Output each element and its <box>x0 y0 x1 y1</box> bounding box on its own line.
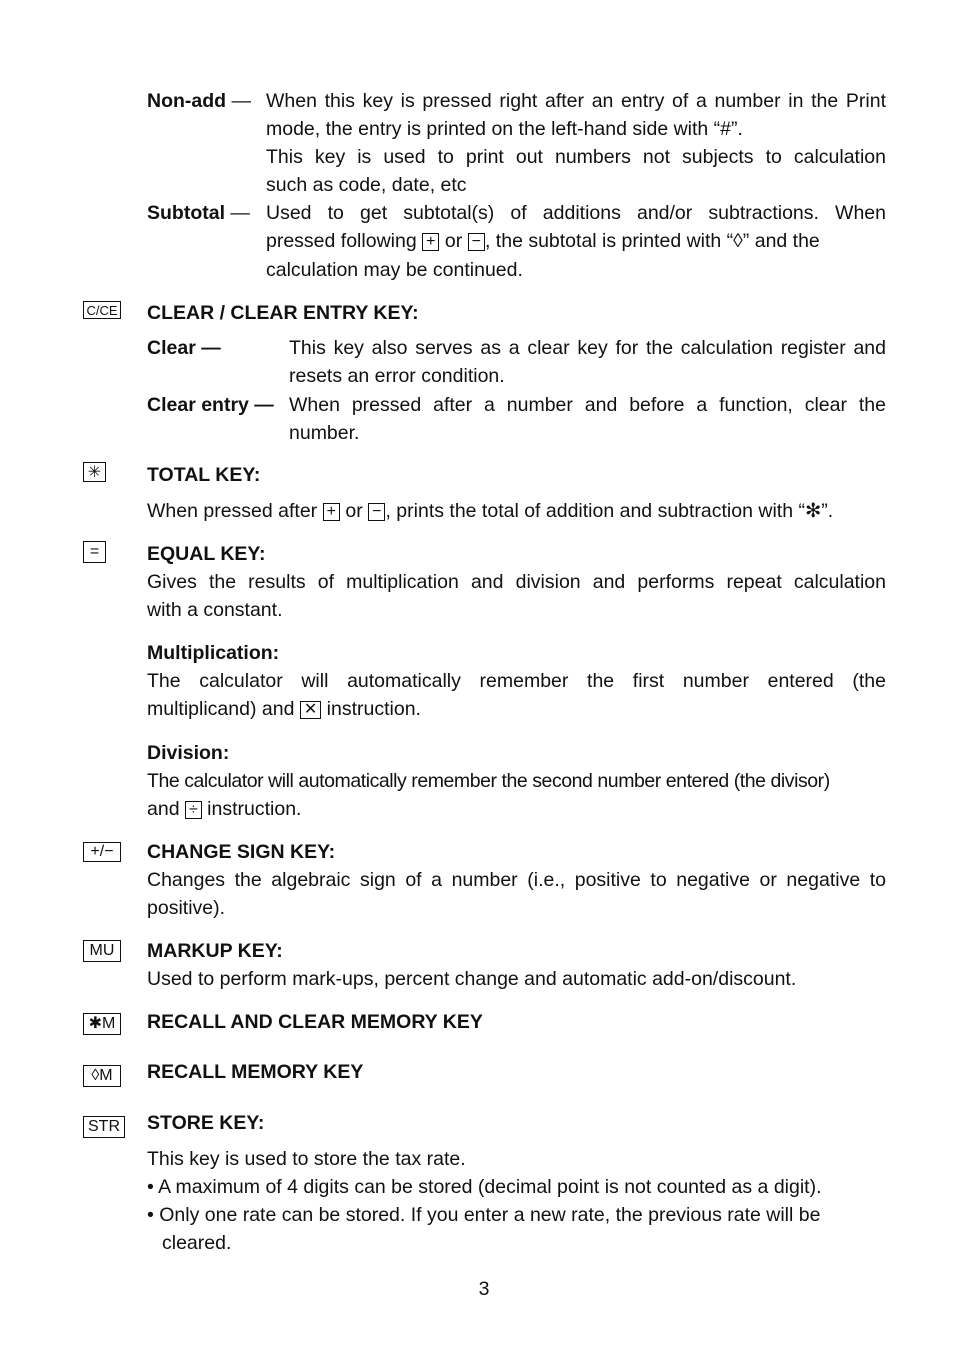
total-key-icon: ✳ <box>83 462 106 482</box>
minus-key-icon: − <box>467 233 485 251</box>
total-key-description: When pressed after + or −, prints the to… <box>147 500 833 522</box>
multiplication-line-2-post: instruction. <box>326 698 421 720</box>
recall-clear-memory-heading: RECALL AND CLEAR MEMORY KEY <box>147 1011 483 1033</box>
plus-key-icon: + <box>322 503 340 521</box>
nonadd-line-2: mode, the entry is printed on the left-h… <box>266 118 743 140</box>
subtotal-term-row: Subtotal — <box>147 202 250 224</box>
division-heading: Division: <box>147 742 230 764</box>
multiply-key-icon: ✕ <box>299 701 322 719</box>
clear-key-heading: CLEAR / CLEAR ENTRY KEY: <box>147 302 419 324</box>
subtotal-line-2-post: , the subtotal is printed with “◊” and t… <box>484 230 820 252</box>
subtotal-line-1: Used to get subtotal(s) of additions and… <box>266 202 886 224</box>
store-bullet-1: • A maximum of 4 digits can be stored (d… <box>147 1176 822 1198</box>
markup-key-icon: MU <box>83 940 121 962</box>
recall-memory-heading: RECALL MEMORY KEY <box>147 1061 364 1083</box>
subtotal-line-2: pressed following + or −, the subtotal i… <box>266 230 886 252</box>
store-bullet-2-cont: cleared. <box>162 1232 232 1254</box>
multiplication-line-1: The calculator will automatically rememb… <box>147 670 886 692</box>
store-heading: STORE KEY: <box>147 1112 265 1134</box>
recall-clear-memory-key-icon: ✱M <box>83 1013 121 1035</box>
division-line-2-pre: and <box>147 798 180 820</box>
change-sign-heading: CHANGE SIGN KEY: <box>147 841 336 863</box>
store-intro: This key is used to store the tax rate. <box>147 1148 466 1170</box>
multiplication-line-2-pre: multiplicand) and <box>147 698 295 720</box>
plus-key-icon: + <box>422 233 440 251</box>
clear-line-1: This key also serves as a clear key for … <box>289 337 886 359</box>
change-sign-key-icon: +/− <box>83 842 121 862</box>
recall-memory-key-icon: ◊M <box>83 1065 121 1087</box>
division-line-2-post: instruction. <box>207 798 302 820</box>
nonadd-term: Non-add <box>147 90 227 112</box>
markup-heading: MARKUP KEY: <box>147 940 283 962</box>
total-key-or: or <box>345 500 363 522</box>
change-sign-line-2: positive). <box>147 897 226 919</box>
equal-key-icon: = <box>83 541 106 563</box>
equal-key-heading: EQUAL KEY: <box>147 543 266 565</box>
equal-line-2: with a constant. <box>147 599 283 621</box>
clear-term: Clear — <box>147 337 221 359</box>
clear-entry-term: Clear entry — <box>147 394 274 416</box>
subtotal-term: Subtotal <box>147 202 225 224</box>
equal-line-1: Gives the results of multiplication and … <box>147 571 886 593</box>
clear-entry-line-1: When pressed after a number and before a… <box>289 394 886 416</box>
division-line-2: and ÷ instruction. <box>147 798 301 820</box>
multiplication-line-2: multiplicand) and ✕ instruction. <box>147 698 421 720</box>
clear-entry-key-icon: C/CE <box>83 301 121 319</box>
change-sign-line-1: Changes the algebraic sign of a number (… <box>147 869 886 891</box>
markup-line-1: Used to perform mark-ups, percent change… <box>147 968 797 990</box>
multiplication-heading: Multiplication: <box>147 642 280 664</box>
subtotal-or: or <box>444 230 463 252</box>
divide-key-icon: ÷ <box>184 801 202 819</box>
total-key-heading: TOTAL KEY: <box>147 464 261 486</box>
store-key-icon: STR <box>83 1116 125 1138</box>
subtotal-dash: — <box>230 202 250 224</box>
total-key-post: , prints the total of addition and subtr… <box>385 500 834 522</box>
total-key-pre: When pressed after <box>147 500 318 522</box>
nonadd-term-row: Non-add — <box>147 90 251 112</box>
clear-line-2: resets an error condition. <box>289 365 505 387</box>
subtotal-line-2-pre: pressed following <box>266 230 417 252</box>
subtotal-line-3: calculation may be continued. <box>266 259 523 281</box>
nonadd-line-1: When this key is pressed right after an … <box>266 90 886 112</box>
nonadd-dash: — <box>231 90 252 112</box>
nonadd-line-4: such as code, date, etc <box>266 174 467 196</box>
minus-key-icon: − <box>368 503 386 521</box>
clear-entry-line-2: number. <box>289 422 360 444</box>
store-bullet-2: • Only one rate can be stored. If you en… <box>147 1204 821 1226</box>
nonadd-line-3: This key is used to print out numbers no… <box>266 146 886 168</box>
division-line-1: The calculator will automatically rememb… <box>147 770 830 792</box>
page-number: 3 <box>478 1278 490 1300</box>
